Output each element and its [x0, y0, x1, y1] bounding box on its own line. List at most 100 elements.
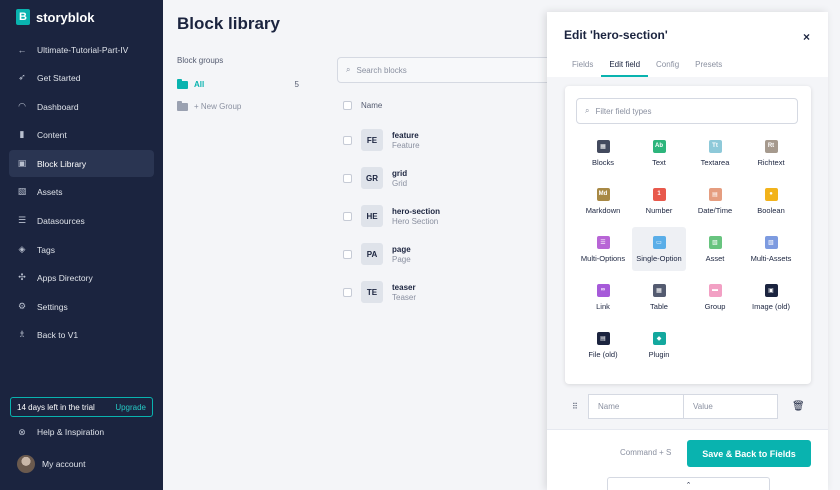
field-type-image-old[interactable]: ▣ Image (old) — [744, 275, 798, 319]
field-type-text[interactable]: Ab Text — [632, 131, 686, 175]
assets-icon: ▧ — [17, 186, 27, 196]
field-type-group[interactable]: ▬ Group — [688, 275, 742, 319]
sidebar-item-assets[interactable]: ▧ Assets — [9, 178, 154, 205]
block-badge: HE — [361, 205, 383, 227]
table-row[interactable]: PA page Page — [343, 238, 543, 270]
tab-presets[interactable]: Presets — [687, 60, 730, 77]
storyblok-logo-icon: B — [16, 9, 30, 25]
sidebar-item-back-to-v1[interactable]: ♗ Back to V1 — [9, 321, 154, 348]
sidebar-item-dashboard[interactable]: ◠ Dashboard — [9, 93, 154, 120]
block-name: hero-section — [392, 206, 441, 216]
table-row[interactable]: GR grid Grid — [343, 162, 543, 194]
link-type-icon: ∞ — [596, 283, 610, 297]
blocks-type-icon: ▦ — [596, 139, 610, 153]
close-icon[interactable]: × — [803, 30, 810, 44]
table-row[interactable]: FE feature Feature — [343, 124, 543, 156]
field-type-label: Group — [704, 301, 726, 311]
rocket-icon: ➶ — [18, 72, 26, 82]
field-type-textarea[interactable]: Tt Textarea — [688, 131, 742, 175]
help-link[interactable]: ⊗ Help & Inspiration — [17, 427, 105, 438]
filter-field-types-input[interactable]: ⌕ Filter field types — [576, 98, 798, 124]
select-all-checkbox[interactable] — [343, 101, 352, 110]
block-info: page Page — [392, 245, 411, 264]
group-all[interactable]: All 5 — [177, 78, 299, 89]
sidebar-item-space[interactable]: ← Ultimate-Tutorial-Part-IV — [9, 36, 154, 63]
richtext-type-icon: Rt — [764, 139, 778, 153]
folder-icon — [177, 100, 188, 111]
sidebar-item-label: Settings — [37, 301, 68, 312]
block-display-name: Teaser — [392, 292, 417, 302]
block-display-name: Page — [392, 254, 411, 264]
field-type-multi-options[interactable]: ☰ Multi-Options — [576, 227, 630, 271]
sidebar-item-apps-directory[interactable]: ✣ Apps Directory — [9, 264, 154, 291]
field-type-label: Number — [645, 205, 673, 215]
field-type-label: Textarea — [700, 157, 730, 167]
field-type-label: Text — [652, 157, 666, 167]
option-name-input[interactable]: Name — [588, 394, 683, 419]
field-type-table[interactable]: ▦ Table — [632, 275, 686, 319]
sidebar-item-block-library[interactable]: ▣ Block Library — [9, 150, 154, 177]
field-type-label: Multi-Options — [580, 253, 626, 263]
field-type-file-old[interactable]: ▤ File (old) — [576, 323, 630, 367]
shortcut-hint: Command + S — [620, 448, 672, 457]
trash-icon[interactable]: 🗑 — [792, 401, 805, 412]
field-type-label: Image (old) — [752, 301, 790, 311]
field-type-link[interactable]: ∞ Link — [576, 275, 630, 319]
search-icon: ⌕ — [585, 106, 590, 115]
content-icon: ▮ — [19, 129, 25, 139]
sidebar-item-tags[interactable]: ◈ Tags — [9, 236, 154, 263]
block-badge: PA — [361, 243, 383, 265]
new-group-button[interactable]: + New Group — [177, 100, 299, 111]
block-groups-title: Block groups — [177, 56, 224, 65]
field-type-plugin[interactable]: ◆ Plugin — [632, 323, 686, 367]
sidebar-item-settings[interactable]: ⚙ Settings — [9, 293, 154, 320]
sidebar-item-get-started[interactable]: ➶ Get Started — [9, 64, 154, 91]
sidebar-item-content[interactable]: ▮ Content — [9, 121, 154, 148]
search-blocks-input[interactable]: ⌕ Search blocks — [337, 57, 567, 83]
avatar — [17, 455, 35, 473]
sidebar: B storyblok ← Ultimate-Tutorial-Part-IV … — [0, 0, 163, 490]
chevron-up-icon[interactable]: ⌃ — [607, 477, 770, 490]
table-row[interactable]: TE teaser Teaser — [343, 276, 543, 308]
boolean-type-icon: ● — [764, 187, 778, 201]
drag-handle-icon[interactable]: ⠿ — [572, 402, 580, 411]
upgrade-link[interactable]: Upgrade — [115, 403, 146, 412]
option-value-input[interactable]: Value — [683, 394, 778, 419]
field-type-single-option[interactable]: ▭ Single-Option — [632, 227, 686, 271]
tab-edit-field[interactable]: Edit field — [601, 60, 649, 77]
table-type-icon: ▦ — [652, 283, 666, 297]
v1-icon: ♗ — [17, 329, 27, 339]
tab-config[interactable]: Config — [648, 60, 687, 77]
asset-type-icon: ▧ — [708, 235, 722, 249]
table-row[interactable]: HE hero-section Hero Section — [343, 200, 543, 232]
field-type-markdown[interactable]: Md Markdown — [576, 179, 630, 223]
save-back-button[interactable]: Save & Back to Fields — [687, 440, 811, 467]
help-label: Help & Inspiration — [37, 427, 105, 437]
row-checkbox[interactable] — [343, 249, 352, 259]
field-type-picker: ⌕ Filter field types ▦ Blocks Ab Text Tt Text… — [565, 86, 811, 384]
field-type-label: Boolean — [757, 205, 785, 215]
tab-fields[interactable]: Fields — [564, 60, 601, 77]
option-row: ⠿ Name Value 🗑 — [572, 394, 805, 419]
field-type-number[interactable]: 1 Number — [632, 179, 686, 223]
row-checkbox[interactable] — [343, 173, 352, 183]
account-menu[interactable]: My account — [17, 455, 85, 473]
field-type-date-time[interactable]: ▤ Date/Time — [688, 179, 742, 223]
row-checkbox[interactable] — [343, 211, 352, 221]
field-type-multi-assets[interactable]: ▧ Multi-Assets — [744, 227, 798, 271]
row-checkbox[interactable] — [343, 135, 352, 145]
row-checkbox[interactable] — [343, 287, 352, 297]
block-info: hero-section Hero Section — [392, 207, 440, 226]
field-type-asset[interactable]: ▧ Asset — [688, 227, 742, 271]
field-type-richtext[interactable]: Rt Richtext — [744, 131, 798, 175]
field-type-label: Single-Option — [636, 253, 682, 263]
logo[interactable]: B storyblok — [16, 9, 95, 25]
sidebar-item-datasources[interactable]: ☰ Datasources — [9, 207, 154, 234]
field-type-boolean[interactable]: ● Boolean — [744, 179, 798, 223]
block-display-name: Grid — [392, 178, 408, 188]
filter-placeholder: Filter field types — [595, 106, 652, 116]
block-display-name: Hero Section — [392, 216, 439, 226]
field-type-blocks[interactable]: ▦ Blocks — [576, 131, 630, 175]
sidebar-item-label: Dashboard — [37, 101, 79, 112]
gear-icon: ⚙ — [17, 301, 27, 311]
